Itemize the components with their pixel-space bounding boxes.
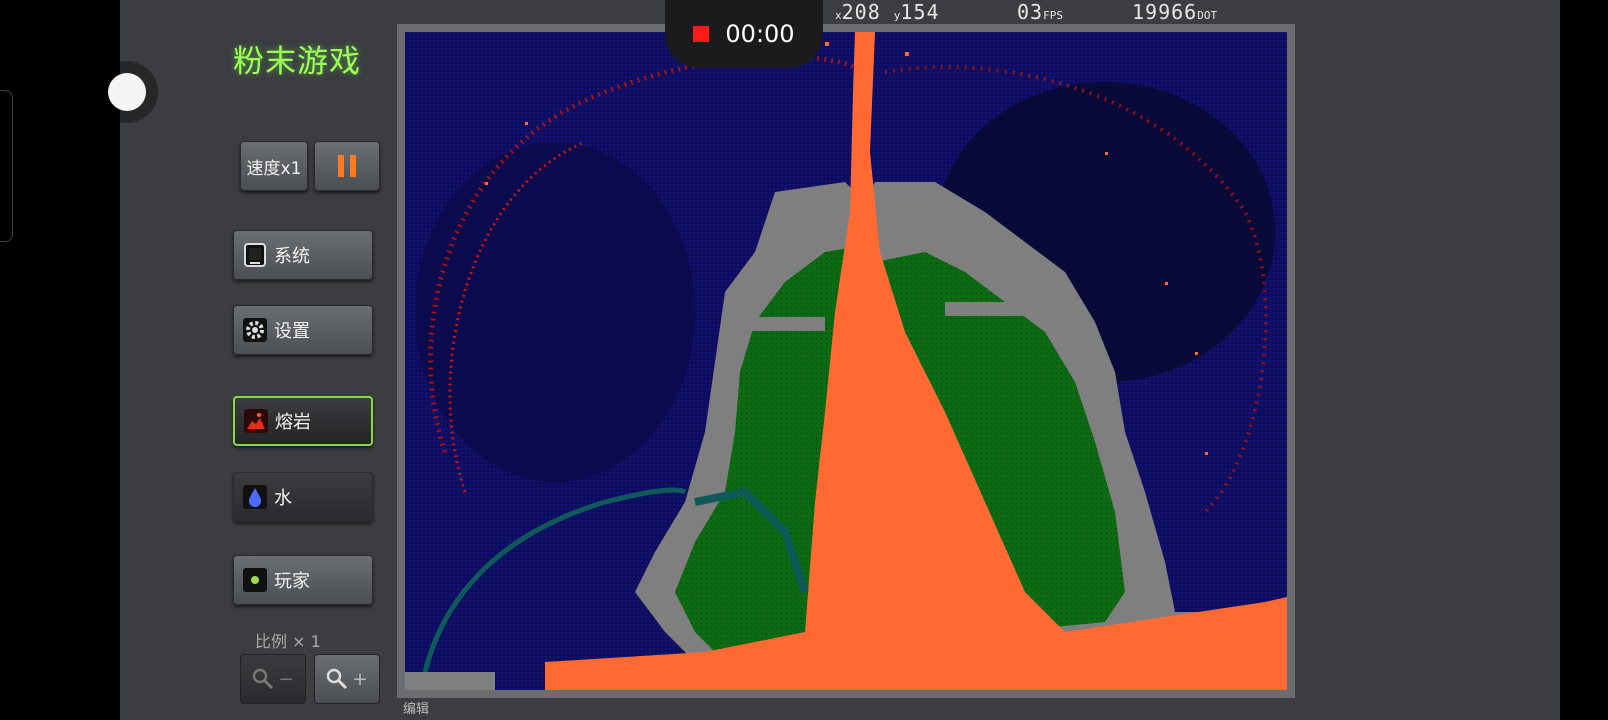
player-label: 玩家 — [274, 571, 310, 592]
settings-label: 设置 — [274, 321, 310, 342]
edit-label: 编辑 — [403, 702, 430, 717]
zoom-in-button[interactable]: + — [314, 654, 380, 704]
record-time: 00:00 — [725, 20, 795, 48]
system-button[interactable]: 系统 — [233, 230, 373, 280]
dot-unit: DOT — [1197, 9, 1218, 22]
player-element-button[interactable]: 玩家 — [233, 555, 373, 605]
water-element-button[interactable]: 水 — [233, 472, 373, 522]
lava-element-button[interactable]: 熔岩 — [233, 396, 373, 446]
powder-game-app: 粉末游戏 速度x1 系统 设置 熔岩 水 玩家 比例 × 1 − + 编辑 x2… — [120, 0, 1560, 720]
simulation-canvas-frame — [397, 24, 1295, 698]
simulation-canvas[interactable] — [405, 32, 1287, 690]
dot-count-readout: 19966DOT — [1132, 0, 1217, 24]
magnifier-icon — [327, 668, 348, 690]
zoom-in-label: + — [352, 668, 368, 690]
water-drop-icon — [242, 484, 268, 510]
fps-unit: FPS — [1043, 9, 1063, 22]
app-title: 粉末游戏 — [233, 44, 361, 80]
system-label: 系统 — [274, 246, 310, 267]
player-dot-icon — [242, 567, 268, 593]
pause-button[interactable] — [314, 141, 380, 191]
zoom-out-button[interactable]: − — [240, 654, 306, 704]
water-label: 水 — [274, 488, 292, 509]
fps-readout: 03FPS — [1017, 0, 1063, 24]
zoom-out-label: − — [278, 668, 294, 690]
fps-value: 03 — [1017, 0, 1044, 24]
settings-button[interactable]: 设置 — [233, 305, 373, 355]
pause-icon-bar — [350, 155, 356, 177]
magnifier-icon — [253, 668, 274, 690]
speed-button[interactable]: 速度x1 — [240, 141, 308, 191]
speed-label: 速度x1 — [246, 158, 302, 179]
y-value: 154 — [900, 0, 940, 24]
screen-recorder-indicator[interactable]: 00:00 — [665, 0, 823, 68]
lava-icon — [243, 408, 269, 434]
simulation-scene — [405, 32, 1287, 690]
pause-icon — [338, 155, 344, 177]
floating-assist-knob[interactable] — [108, 73, 146, 111]
edge-handle — [0, 90, 13, 242]
x-value: 208 — [841, 0, 881, 24]
cursor-readout: x208 y154 — [835, 0, 940, 24]
lava-label: 熔岩 — [275, 412, 311, 433]
gear-icon — [242, 317, 268, 343]
dot-value: 19966 — [1132, 0, 1198, 24]
record-icon — [693, 26, 710, 42]
scale-label: 比例 × 1 — [255, 632, 321, 651]
tablet-icon — [242, 242, 268, 268]
x-label: x — [835, 9, 842, 22]
